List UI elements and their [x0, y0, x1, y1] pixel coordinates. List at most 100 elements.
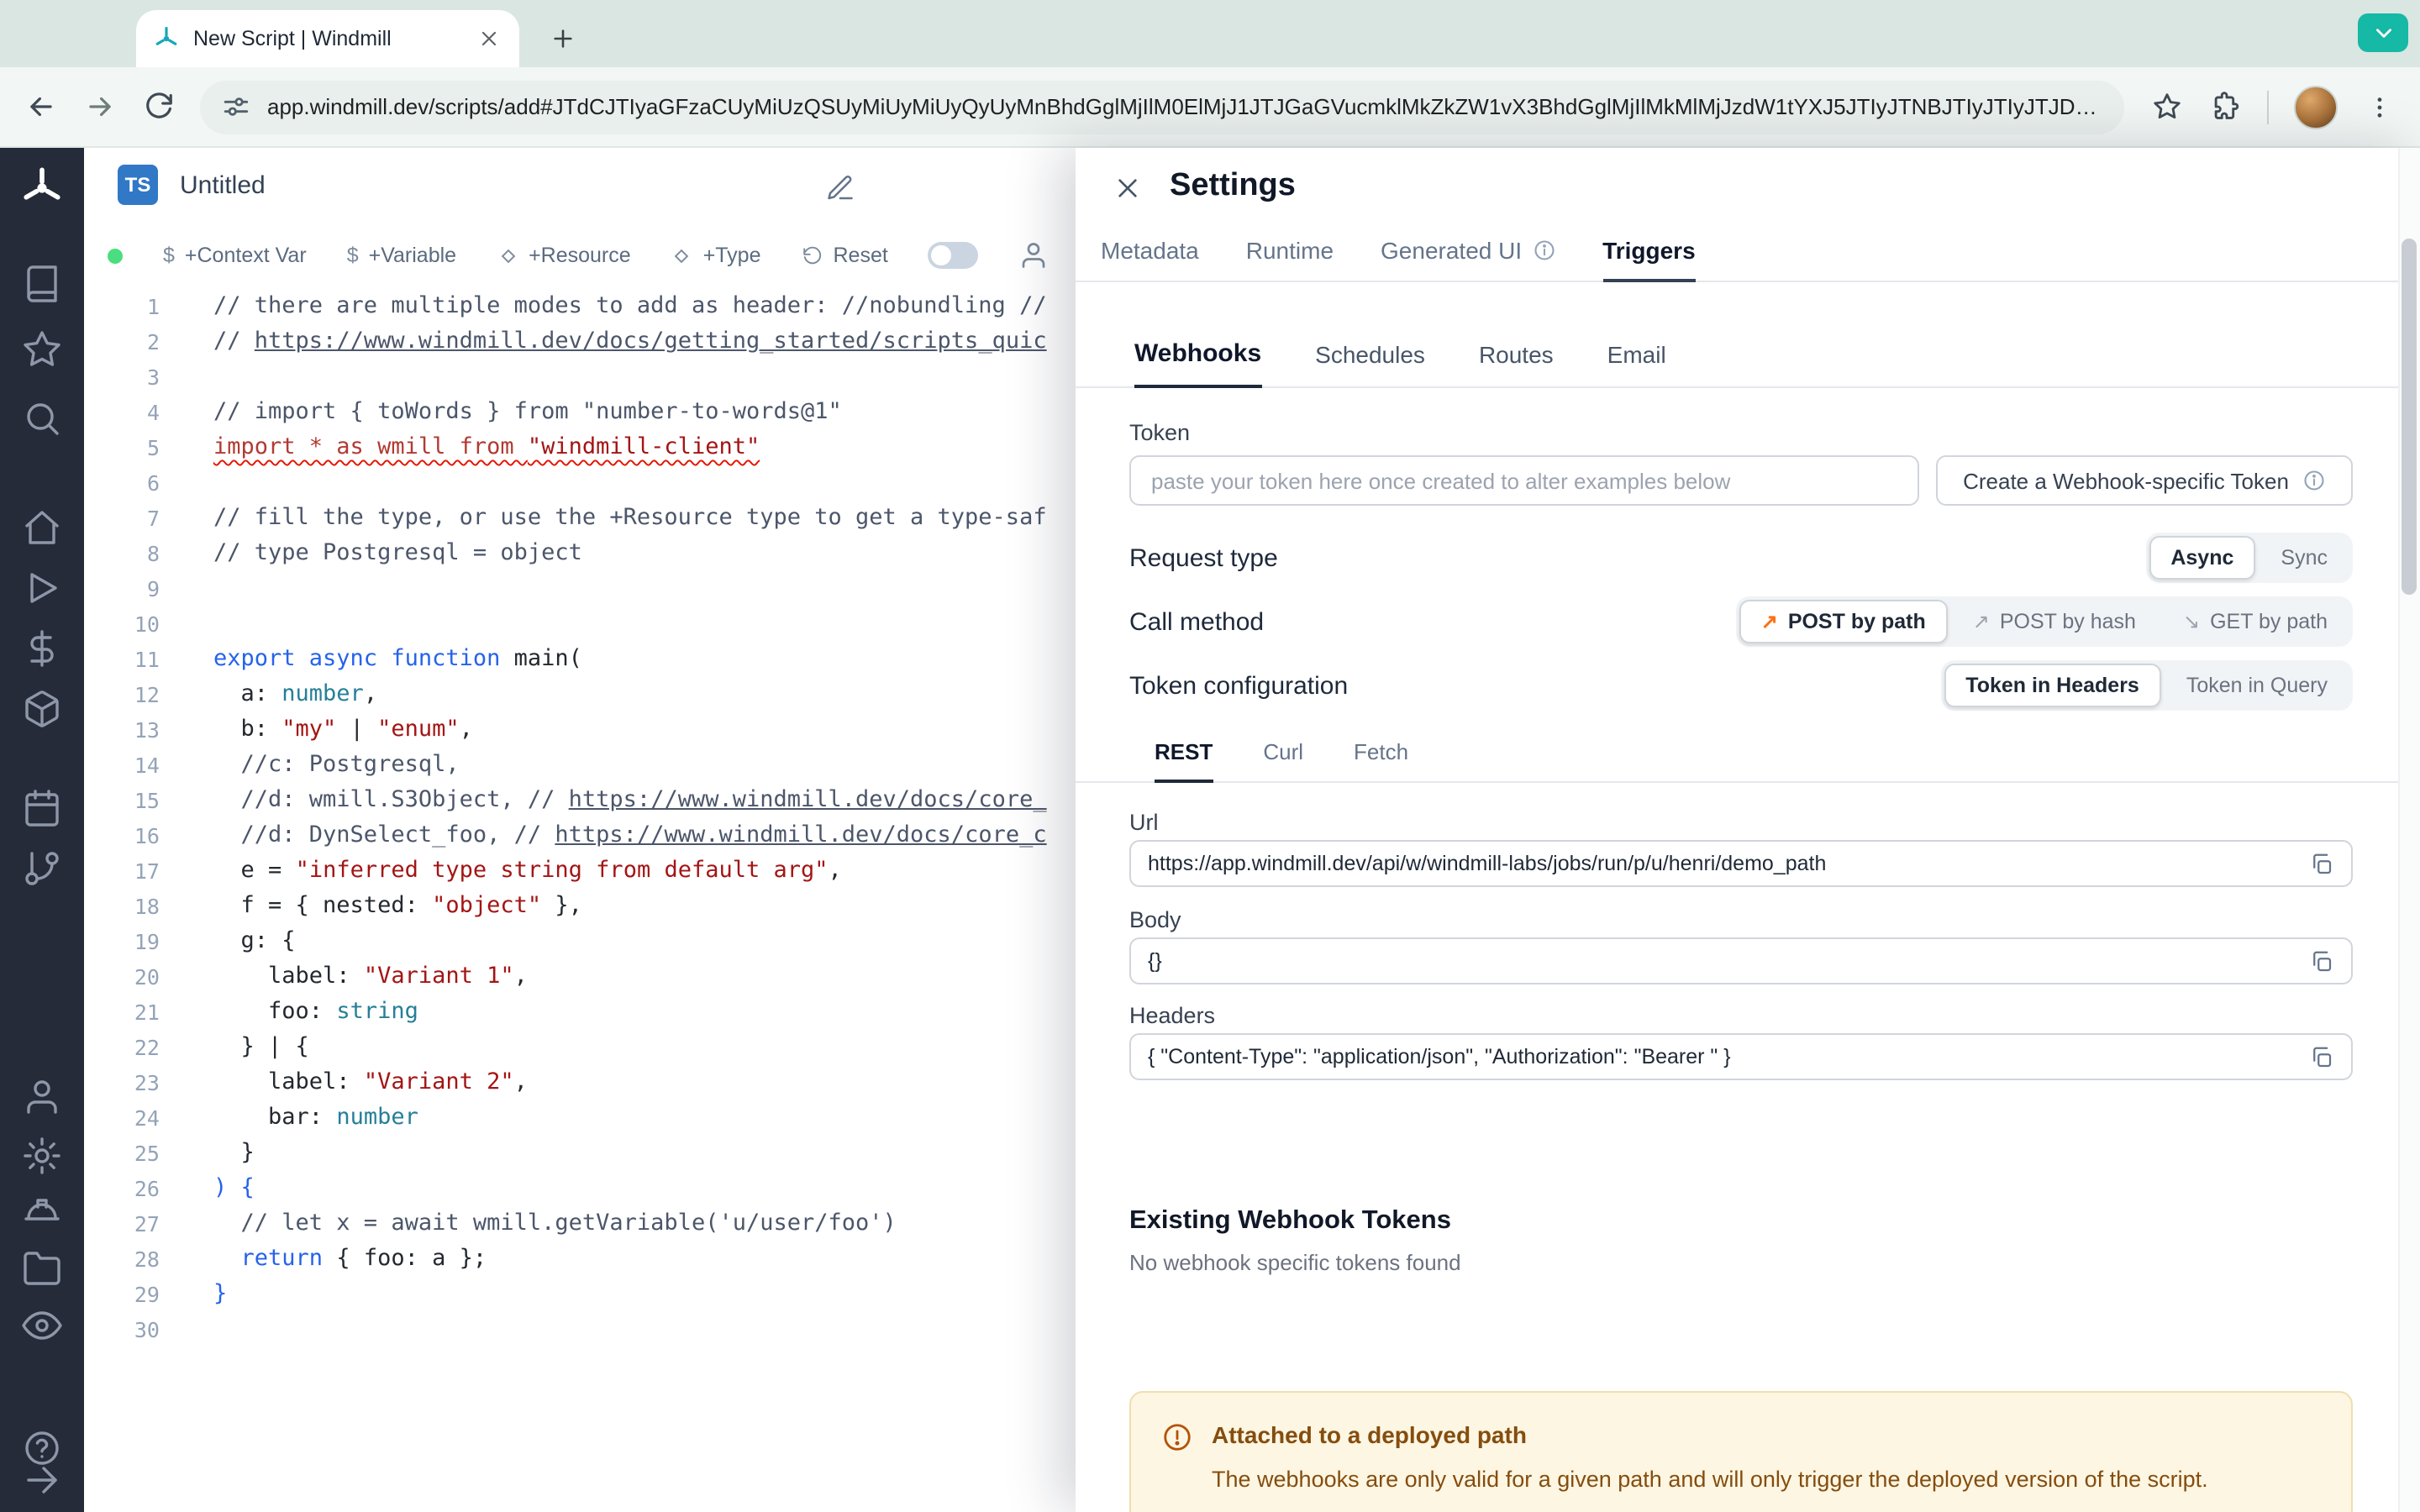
subtab-webhooks[interactable]: Webhooks	[1134, 339, 1262, 388]
workers-helmet-icon[interactable]	[22, 1193, 62, 1233]
url-label: Url	[1129, 810, 1159, 835]
line-number: 4	[146, 400, 160, 425]
line-number: 22	[134, 1035, 160, 1060]
search-icon[interactable]	[22, 398, 62, 438]
tab-close-icon[interactable]	[476, 25, 502, 52]
code-text: return { foo: a };	[240, 1245, 487, 1272]
subtab-email[interactable]: Email	[1607, 341, 1666, 388]
editor-toggle[interactable]	[928, 242, 979, 269]
line-number: 2	[146, 329, 160, 354]
line-number: 15	[134, 788, 160, 813]
window-chevron-button[interactable]	[2358, 13, 2408, 52]
home-icon[interactable]	[22, 507, 62, 548]
call-method-post-by-hash-button[interactable]: ↗ POST by hash	[1951, 600, 2158, 643]
add-context-var-button[interactable]: $ +Context Var	[163, 244, 307, 267]
code-text: label: "Variant 1",	[213, 963, 528, 990]
line-number: 24	[134, 1105, 160, 1131]
copy-icon[interactable]	[2309, 1044, 2334, 1069]
code-text: } | {	[213, 1033, 309, 1060]
editor-header: TS Untitled	[118, 165, 266, 205]
existing-tokens-empty: No webhook specific tokens found	[1129, 1250, 1461, 1275]
scrollbar-thumb[interactable]	[2402, 239, 2417, 595]
trigger-subtabs: Webhooks Schedules Routes Email	[1076, 319, 2398, 388]
call-method-post-by-path-label: POST by path	[1787, 610, 1926, 633]
folders-icon[interactable]	[22, 1248, 62, 1289]
line-number: 6	[146, 470, 160, 496]
line-number: 8	[146, 541, 160, 566]
url-text[interactable]: app.windmill.dev/scripts/add#JTdCJTIyaGF…	[267, 94, 2102, 119]
browser-tab[interactable]: New Script | Windmill	[136, 10, 519, 67]
arrow-up-right-icon: ↗	[1972, 610, 1990, 633]
tab-fetch[interactable]: Fetch	[1354, 739, 1408, 783]
token-in-query-button[interactable]: Token in Query	[2165, 664, 2349, 707]
browser-toolbar: app.windmill.dev/scripts/add#JTdCJTIyaGF…	[0, 67, 2420, 148]
add-variable-button[interactable]: $ +Variable	[347, 244, 456, 267]
token-configuration-row: Token configuration Token in Headers Tok…	[1129, 659, 2353, 712]
back-icon[interactable]	[24, 90, 57, 123]
profile-avatar[interactable]	[2294, 85, 2338, 129]
request-type-label: Request type	[1129, 543, 1278, 572]
site-settings-tune-icon[interactable]	[222, 92, 250, 121]
info-icon	[1532, 239, 1555, 262]
request-type-async-button[interactable]: Async	[2149, 536, 2256, 580]
arrow-up-right-icon: ↗	[1760, 610, 1778, 633]
token-in-headers-button[interactable]: Token in Headers	[1944, 664, 2161, 707]
user-icon[interactable]	[22, 1077, 62, 1117]
schedules-calendar-icon[interactable]	[22, 788, 62, 828]
settings-gear-icon[interactable]	[22, 1136, 62, 1176]
bookmark-star-icon[interactable]	[2149, 90, 2183, 123]
line-number: 7	[146, 506, 160, 531]
screen: New Script | Windmill app.windmill.dev/s…	[0, 0, 2420, 1512]
toolbar-divider	[2267, 90, 2269, 123]
code-text: // fill the type, or use the +Resource t…	[213, 504, 1047, 531]
tab-curl[interactable]: Curl	[1263, 739, 1303, 783]
add-resource-button[interactable]: +Resource	[497, 244, 631, 267]
runs-play-icon[interactable]	[22, 568, 62, 608]
flows-branch-icon[interactable]	[22, 848, 62, 889]
add-type-button[interactable]: +Type	[671, 244, 761, 267]
tab-runtime[interactable]: Runtime	[1246, 237, 1334, 282]
line-number: 26	[134, 1176, 160, 1201]
headers-field[interactable]: { "Content-Type": "application/json", "A…	[1129, 1033, 2353, 1080]
code-text: g: {	[213, 927, 296, 954]
line-number: 3	[146, 365, 160, 390]
call-method-post-by-path-button[interactable]: ↗ POST by path	[1739, 600, 1948, 643]
browser-menu-icon[interactable]	[2363, 90, 2396, 123]
reload-icon[interactable]	[141, 90, 175, 123]
token-input[interactable]	[1129, 455, 1919, 506]
tab-rest[interactable]: REST	[1155, 739, 1213, 783]
subtab-routes[interactable]: Routes	[1479, 341, 1554, 388]
url-field[interactable]: https://app.windmill.dev/api/w/windmill-…	[1129, 840, 2353, 887]
close-settings-icon[interactable]	[1107, 168, 1148, 208]
new-tab-button[interactable]	[541, 17, 585, 60]
copy-icon[interactable]	[2309, 851, 2334, 876]
body-field[interactable]: {}	[1129, 937, 2353, 984]
docs-book-icon[interactable]	[22, 264, 62, 304]
copy-icon[interactable]	[2309, 948, 2334, 974]
dollar-icon: $	[163, 244, 175, 267]
resources-cube-icon[interactable]	[22, 689, 62, 729]
create-webhook-token-button[interactable]: Create a Webhook-specific Token	[1936, 455, 2353, 506]
line-number: 20	[134, 964, 160, 990]
subtab-schedules[interactable]: Schedules	[1315, 341, 1425, 388]
tab-generated-ui-label: Generated UI	[1381, 237, 1523, 264]
call-method-get-by-path-button[interactable]: ↘ GET by path	[2161, 600, 2349, 643]
favorites-star-icon[interactable]	[22, 329, 62, 370]
variables-dollar-icon[interactable]	[22, 628, 62, 669]
line-number: 18	[134, 894, 160, 919]
address-bar[interactable]: app.windmill.dev/scripts/add#JTdCJTIyaGF…	[200, 80, 2124, 134]
tab-triggers[interactable]: Triggers	[1602, 237, 1696, 282]
reset-button[interactable]: Reset	[802, 244, 888, 267]
tab-metadata[interactable]: Metadata	[1101, 237, 1199, 282]
forward-icon[interactable]	[82, 90, 116, 123]
audit-eye-icon[interactable]	[22, 1305, 62, 1346]
tab-generated-ui[interactable]: Generated UI	[1381, 237, 1555, 282]
edit-title-pencil-icon[interactable]	[825, 173, 855, 203]
language-badge[interactable]: TS	[118, 165, 158, 205]
code-text: import * as wmill from "windmill-client"	[213, 433, 760, 460]
extensions-puzzle-icon[interactable]	[2208, 90, 2242, 123]
line-number: 9	[146, 576, 160, 601]
request-type-sync-button[interactable]: Sync	[2259, 536, 2349, 580]
expand-arrow-icon[interactable]	[22, 1460, 62, 1500]
